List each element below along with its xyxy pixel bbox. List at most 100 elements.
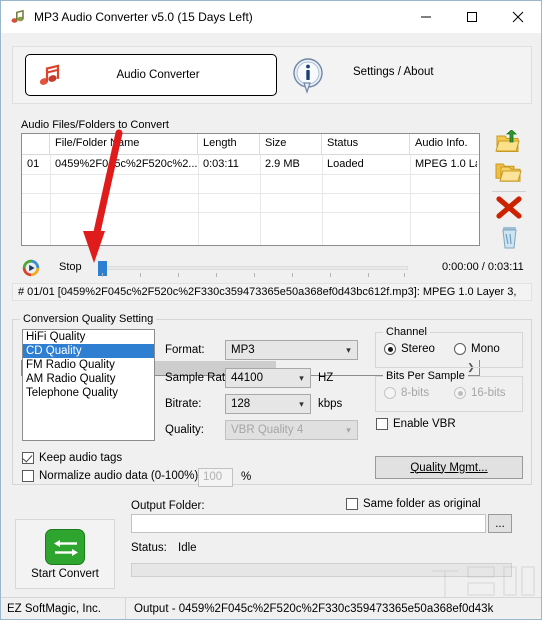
stop-label[interactable]: Stop [59, 261, 82, 273]
keep-audio-tags-checkbox[interactable]: Keep audio tags [22, 452, 122, 464]
keep-audio-tags-label: Keep audio tags [39, 452, 123, 464]
seek-track[interactable] [98, 266, 408, 270]
chevron-down-icon: ▾ [346, 424, 351, 435]
column-header-size[interactable]: Size [260, 134, 322, 155]
checkbox-box-icon [376, 418, 388, 430]
sample-rate-select[interactable]: 44100 ▾ [225, 368, 311, 388]
audio-converter-label: Audio Converter [116, 69, 200, 81]
output-folder-input[interactable] [131, 514, 486, 533]
grid-line [322, 155, 323, 245]
bitrate-value: 128 [231, 398, 251, 410]
list-item[interactable]: FM Radio Quality [23, 358, 154, 372]
remove-icon[interactable] [494, 195, 524, 221]
chevron-down-icon: ▾ [299, 398, 304, 409]
browse-output-folder-button[interactable]: ... [488, 514, 512, 533]
add-files-icon[interactable] [494, 129, 524, 156]
radio-16-bits-label: 16-bits [471, 387, 506, 399]
title-bar: MP3 Audio Converter v5.0 (15 Days Left) [1, 1, 541, 33]
format-value: MP3 [231, 344, 255, 356]
radio-dot-icon [384, 387, 396, 399]
column-header-index[interactable] [22, 134, 50, 155]
format-select[interactable]: MP3 ▾ [225, 340, 358, 360]
seek-slider[interactable] [98, 260, 408, 278]
normalize-checkbox[interactable]: Normalize audio data (0-100%): [22, 470, 201, 482]
start-convert-label: Start Convert [31, 567, 99, 580]
checkbox-box-icon [22, 452, 34, 464]
column-header-audio-info[interactable]: Audio Info. [410, 134, 477, 155]
column-header-length[interactable]: Length [198, 134, 260, 155]
bitrate-unit: kbps [318, 398, 343, 410]
audio-files-group: Audio Files/Folders to Convert File/Fold… [12, 119, 532, 376]
player-controls: Stop 0:00:00 / 0:03:11 [12, 258, 532, 280]
seek-ticks [98, 273, 408, 278]
conversion-progress-bar [131, 563, 512, 577]
list-item[interactable]: Telephone Quality [23, 386, 154, 400]
radio-dot-icon [384, 343, 396, 355]
column-header-name[interactable]: File/Folder Name [50, 134, 198, 155]
info-bubble-icon[interactable] [290, 57, 326, 95]
enable-vbr-checkbox[interactable]: Enable VBR [376, 418, 456, 430]
grid-line [50, 155, 51, 245]
bitrate-select[interactable]: 128 ▾ [225, 394, 311, 414]
quality-value: VBR Quality 4 [231, 424, 304, 436]
radio-stereo-label: Stereo [401, 343, 435, 355]
column-header-status[interactable]: Status [322, 134, 410, 155]
grid-line [198, 155, 199, 245]
radio-mono-label: Mono [471, 343, 500, 355]
cell-index: 01 [27, 158, 40, 170]
settings-about-button[interactable]: Settings / About [353, 66, 434, 78]
normalize-unit: % [241, 471, 252, 483]
enable-vbr-label: Enable VBR [393, 418, 456, 430]
normalize-value-input: 100 [198, 468, 233, 487]
window-title: MP3 Audio Converter v5.0 (15 Days Left) [34, 10, 253, 24]
output-folder-label: Output Folder: [131, 500, 205, 512]
quality-mgmt-label: Quality Mgmt... [410, 461, 488, 474]
checkbox-box-icon [22, 470, 34, 482]
audio-converter-button[interactable]: Audio Converter [25, 54, 277, 96]
status-bar: EZ SoftMagic, Inc. Output - 0459%2F045c%… [1, 597, 541, 619]
cell-length: 0:03:11 [203, 158, 239, 170]
convert-arrows-icon [45, 528, 85, 565]
maximize-icon[interactable] [449, 1, 495, 33]
channel-legend: Channel [383, 326, 430, 338]
status-label: Status: [131, 542, 167, 554]
actions-divider [492, 191, 526, 192]
grid-line [260, 155, 261, 245]
same-folder-label: Same folder as original [363, 498, 481, 510]
audio-files-group-legend: Audio Files/Folders to Convert [18, 119, 172, 131]
clear-all-icon[interactable] [494, 225, 524, 251]
company-label: EZ SoftMagic, Inc. [1, 597, 126, 619]
quality-mgmt-button[interactable]: Quality Mgmt... [375, 456, 523, 479]
grid-line [410, 155, 411, 245]
conversion-quality-legend: Conversion Quality Setting [20, 313, 157, 325]
radio-8-bits-label: 8-bits [401, 387, 430, 399]
app-music-icon [10, 9, 26, 25]
radio-dot-icon [454, 343, 466, 355]
radio-16-bits: 16-bits [454, 387, 506, 399]
start-convert-button[interactable]: Start Convert [15, 519, 115, 589]
list-item[interactable]: AM Radio Quality [23, 372, 154, 386]
play-media-icon[interactable] [22, 259, 40, 277]
close-icon[interactable] [495, 1, 541, 33]
track-info-line: # 01/01 [0459%2F045c%2F520c%2F330c359473… [12, 283, 532, 301]
minimize-icon[interactable] [403, 1, 449, 33]
radio-stereo[interactable]: Stereo [384, 343, 435, 355]
main-toolbar: Audio Converter Settings / About [12, 46, 532, 104]
quality-preset-list[interactable]: HiFi Quality CD Quality FM Radio Quality… [22, 329, 155, 441]
cell-status: Loaded [327, 158, 364, 170]
format-label: Format: [165, 344, 205, 356]
playback-time: 0:00:00 / 0:03:11 [442, 261, 524, 273]
same-folder-checkbox[interactable]: Same folder as original [346, 498, 481, 510]
bits-per-sample-legend: Bits Per Sample [383, 370, 468, 382]
sample-rate-value: 44100 [231, 372, 263, 384]
output-status-text: Output - 0459%2F045c%2F520c%2F330c359473… [134, 602, 494, 615]
normalize-label: Normalize audio data (0-100%): [39, 470, 202, 482]
list-item[interactable]: HiFi Quality [23, 330, 154, 344]
radio-mono[interactable]: Mono [454, 343, 500, 355]
file-list[interactable]: File/Folder Name Length Size Status Audi… [21, 133, 480, 246]
add-folder-icon[interactable] [494, 159, 524, 185]
radio-dot-icon [454, 387, 466, 399]
bitrate-label: Bitrate: [165, 398, 202, 410]
list-item[interactable]: CD Quality [23, 344, 154, 358]
cell-audio-info: MPEG 1.0 La [415, 158, 477, 170]
